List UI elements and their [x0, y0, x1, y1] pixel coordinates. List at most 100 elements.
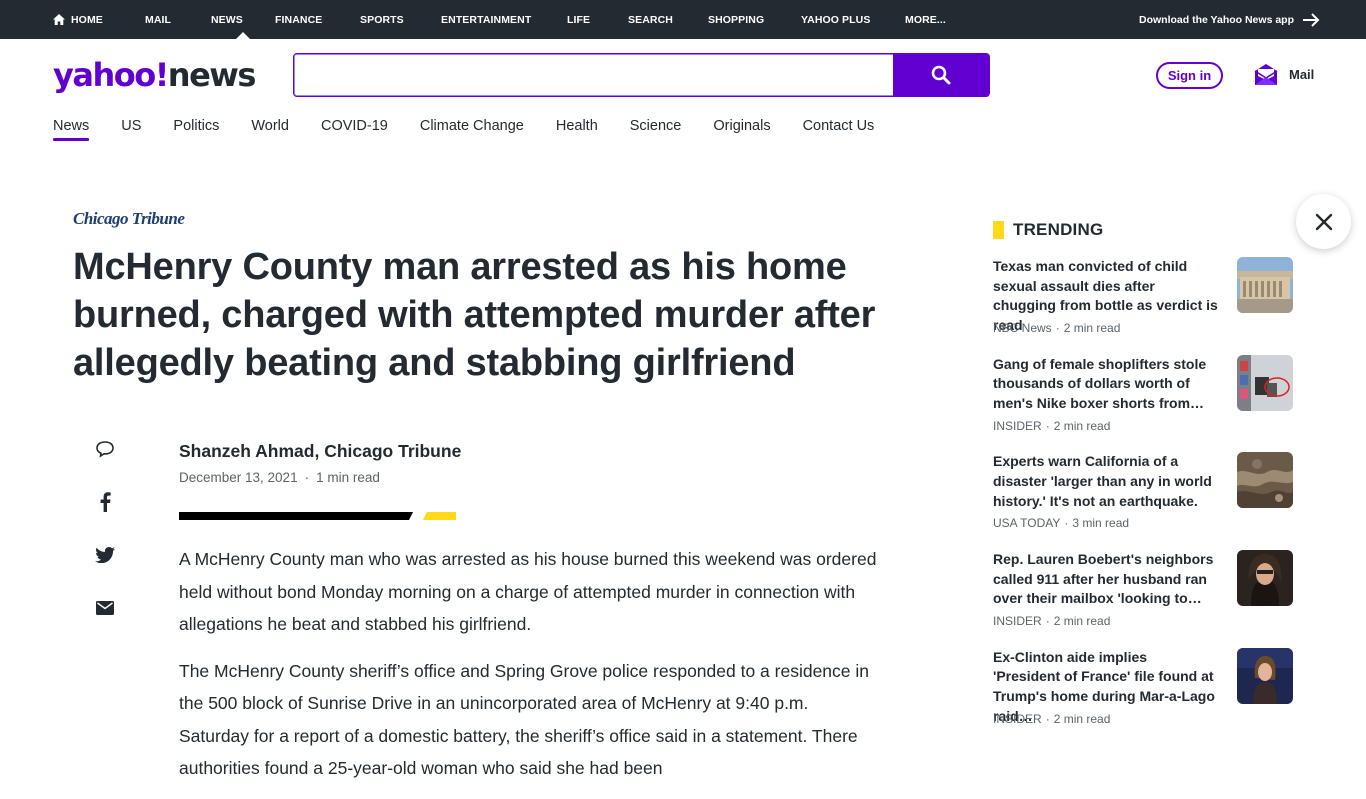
trending-item[interactable]: Gang of female shoplifters stole thousan…: [993, 354, 1293, 453]
trending-item-title: Rep. Lauren Boebert's neighbors called 9…: [993, 551, 1214, 607]
mail-label: Mail: [1289, 66, 1315, 82]
subnav-item-world[interactable]: World: [251, 118, 289, 140]
article-date: December 13, 2021: [179, 470, 298, 485]
trending-item-read-time: 2 min read: [1053, 418, 1111, 433]
subnav-item-science[interactable]: Science: [630, 118, 682, 140]
topnav-label: ENTERTAINMENT: [441, 13, 532, 26]
article-read-time: 1 min read: [316, 470, 380, 485]
trending-item-meta: USA TODAY · 3 min read: [993, 516, 1130, 531]
topnav-label: SHOPPING: [708, 13, 765, 26]
trending-item-thumbnail: [1237, 354, 1293, 411]
trending-item-read-time: 3 min read: [1072, 516, 1130, 531]
trending-item-source: NBC News: [993, 321, 1052, 335]
subnav-item-health[interactable]: Health: [556, 118, 598, 140]
home-icon: [53, 14, 65, 25]
yahoo-news-logo[interactable]: yahoo!news: [53, 56, 257, 94]
section-nav: News US Politics World COVID-19 Climate …: [53, 118, 906, 141]
topnav-label: FINANCE: [275, 13, 323, 26]
trending-item-thumbnail: [1237, 550, 1293, 607]
trending-item[interactable]: Rep. Lauren Boebert's neighbors called 9…: [993, 550, 1293, 648]
facebook-icon: [100, 492, 111, 512]
trending-accent-bar: [993, 221, 1004, 239]
topnav-item-sports[interactable]: SPORTS: [360, 0, 441, 39]
provider-logo[interactable]: Chicago Tribune: [73, 209, 185, 229]
comment-button[interactable]: [94, 438, 116, 460]
subnav-item-politics[interactable]: Politics: [173, 118, 219, 140]
trending-item-meta: INSIDER · 2 min read: [993, 711, 1111, 726]
comment-icon: [96, 441, 114, 458]
mail-link[interactable]: Mail: [1254, 62, 1314, 86]
provider-accent-rule: [179, 512, 456, 520]
article-paragraph: A McHenry County man who was arrested as…: [179, 549, 877, 634]
twitter-share-button[interactable]: [94, 544, 116, 566]
subnav-item-news[interactable]: News: [53, 118, 90, 141]
logo-brand: yahoo!: [53, 56, 169, 94]
trending-item[interactable]: Texas man convicted of child sexual assa…: [993, 257, 1293, 355]
trending-item-title: Gang of female shoplifters stole thousan…: [993, 355, 1207, 411]
download-app-link[interactable]: Download the Yahoo News app: [1139, 0, 1320, 39]
trending-item[interactable]: Ex-Clinton aide implies 'President of Fr…: [993, 647, 1293, 746]
topnav-label: MORE...: [905, 13, 946, 26]
subnav-item-us[interactable]: US: [121, 118, 141, 140]
trending-item-read-time: 2 min read: [1053, 614, 1111, 629]
close-button[interactable]: [1296, 194, 1351, 249]
topnav-label: NEWS: [211, 13, 243, 26]
trending-list: Texas man convicted of child sexual assa…: [993, 257, 1293, 745]
facebook-share-button[interactable]: [94, 491, 116, 513]
subnav-item-originals[interactable]: Originals: [713, 118, 770, 140]
topnav-item-yahoo-plus[interactable]: YAHOO PLUS: [801, 0, 905, 39]
trending-item-thumbnail: [1237, 647, 1293, 704]
topnav-item-shopping[interactable]: SHOPPING: [708, 0, 801, 39]
trending-item-read-time: 2 min read: [1063, 321, 1121, 335]
subnav-item-covid-19[interactable]: COVID-19: [321, 118, 388, 140]
trending-item-thumbnail: [1237, 257, 1293, 313]
trending-item-source: INSIDER: [993, 418, 1042, 433]
trending-title: TRENDING: [1013, 220, 1104, 239]
share-bar: [94, 438, 116, 650]
search-button[interactable]: [893, 54, 989, 96]
article-author: Shanzeh Ahmad, Chicago Tribune: [179, 441, 462, 461]
topnav-item-search[interactable]: SEARCH: [628, 0, 708, 39]
top-navigation-bar: HOME MAIL NEWS FINANCE SPORTS ENTERTAINM…: [0, 0, 1366, 39]
article-headline: McHenry County man arrested as his home …: [73, 246, 876, 384]
topnav-item-life[interactable]: LIFE: [567, 0, 628, 39]
topnav-label: SPORTS: [360, 13, 404, 26]
envelope-icon: [1254, 64, 1278, 85]
search-icon: [931, 65, 951, 85]
topnav-item-entertainment[interactable]: ENTERTAINMENT: [441, 0, 567, 39]
twitter-icon: [95, 547, 115, 563]
topnav-label: YAHOO PLUS: [801, 13, 871, 26]
article-meta: December 13, 2021 · 1 min read: [179, 470, 380, 485]
search-input[interactable]: [294, 54, 894, 96]
topnav-item-finance[interactable]: FINANCE: [275, 0, 360, 39]
trending-heading: TRENDING: [993, 220, 1103, 240]
email-icon: [96, 601, 114, 615]
trending-item-source: INSIDER: [993, 614, 1042, 629]
article-paragraph: The McHenry County sheriff’s office and …: [179, 660, 870, 779]
trending-item-meta: INSIDER · 2 min read: [993, 614, 1111, 629]
trending-item-thumbnail: [1237, 452, 1293, 509]
topnav-label: HOME: [71, 13, 103, 26]
article-body: A McHenry County man who was arrested as…: [179, 543, 879, 799]
trending-item-source: INSIDER: [993, 711, 1042, 726]
trending-item[interactable]: Experts warn California of a disaster 'l…: [993, 452, 1293, 550]
top-nav: HOME MAIL NEWS FINANCE SPORTS ENTERTAINM…: [53, 0, 965, 39]
email-share-button[interactable]: [94, 597, 116, 619]
topnav-label: LIFE: [567, 13, 591, 26]
arrow-right-icon: [1303, 12, 1320, 27]
topnav-item-more[interactable]: MORE...: [905, 0, 965, 39]
subnav-item-climate-change[interactable]: Climate Change: [420, 118, 524, 140]
topnav-item-news[interactable]: NEWS: [211, 0, 275, 39]
topnav-label: SEARCH: [628, 13, 673, 26]
sign-in-button[interactable]: Sign in: [1156, 62, 1223, 89]
subnav-item-contact-us[interactable]: Contact Us: [803, 118, 875, 140]
trending-item-read-time: 2 min read: [1053, 711, 1111, 726]
logo-product: news: [167, 56, 257, 94]
trending-item-title: Experts warn California of a disaster 'l…: [993, 453, 1212, 509]
topnav-label: MAIL: [145, 13, 172, 26]
trending-item-source: USA TODAY: [993, 516, 1061, 531]
topnav-item-mail[interactable]: MAIL: [145, 0, 211, 39]
download-app-label: Download the Yahoo News app: [1139, 13, 1294, 26]
trending-item-meta: INSIDER · 2 min read: [993, 418, 1111, 433]
topnav-item-home[interactable]: HOME: [53, 0, 145, 39]
